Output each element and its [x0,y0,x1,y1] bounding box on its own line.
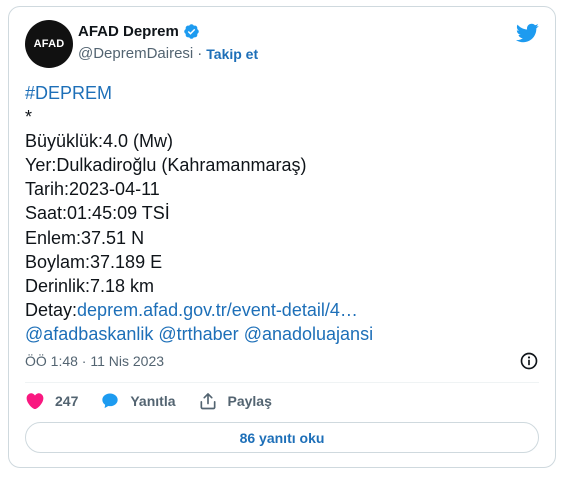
tweet-body: #DEPREM * Büyüklük:4.0 (Mw) Yer:Dulkadir… [25,81,545,346]
share-label: Paylaş [227,393,272,409]
info-icon[interactable] [519,351,539,371]
latitude-line: Enlem:37.51 N [25,227,145,248]
author-name[interactable]: AFAD Deprem [78,23,179,40]
detail-label: Detay: [25,299,78,320]
mentions-line: @afadbaskanlik @trthaber @anadoluajansi [25,322,545,346]
like-count: 247 [55,393,79,409]
read-replies-label: 86 yanıtı oku [239,429,325,446]
avatar[interactable]: AFAD [25,20,73,68]
avatar-text: AFAD [33,38,65,50]
detail-link[interactable]: deprem.afad.gov.tr/event-detail/4… [77,300,358,320]
verified-badge-icon [184,24,199,39]
author-handle-row: @DepremDairesi · Takip et [78,45,258,62]
author-name-row: AFAD Deprem [78,23,200,40]
follow-button[interactable]: Takip et [206,46,258,62]
tweet-card: AFAD AFAD Deprem @DepremDairesi · Takip … [8,6,556,468]
mention-link[interactable]: @anadoluajansi [244,324,373,344]
longitude-line: Boylam:37.189 E [25,251,163,272]
twitter-bird-icon[interactable] [515,21,539,45]
timestamp-text: ÖÖ 1:48 · 11 Nis 2023 [25,353,165,369]
speech-bubble-icon [102,393,119,409]
action-bar: 247 Yanıtla Paylaş [25,391,294,411]
location-line: Yer:Dulkadiroğlu (Kahramanmaraş) [25,155,307,176]
date-line: Tarih:2023-04-11 [25,179,160,200]
magnitude-line: Büyüklük:4.0 (Mw) [25,131,174,152]
timestamp[interactable]: ÖÖ 1:48 · 11 Nis 2023 [25,353,164,369]
author-handle[interactable]: @DepremDairesi [78,45,193,62]
reply-label: Yanıtla [130,393,176,409]
separator-dot: · [197,45,203,62]
depth-line: Derinlik:7.18 km [25,275,155,296]
reply-button[interactable]: Yanıtla [100,391,176,411]
share-button[interactable]: Paylaş [198,391,272,411]
asterisk-line: * [25,107,33,128]
detail-line: Detay:deprem.afad.gov.tr/event-detail/4… [25,298,545,322]
heart-icon [26,393,44,410]
read-replies-button[interactable]: 86 yanıtı oku [25,422,539,453]
time-line: Saat:01:45:09 TSİ [25,203,170,224]
mention-link[interactable]: @afadbaskanlik [25,324,153,344]
hashtag-link[interactable]: #DEPREM [25,83,112,103]
mention-link[interactable]: @trthaber [158,324,238,344]
share-upload-icon [200,393,215,410]
like-button[interactable]: 247 [25,391,78,411]
divider [25,382,539,383]
